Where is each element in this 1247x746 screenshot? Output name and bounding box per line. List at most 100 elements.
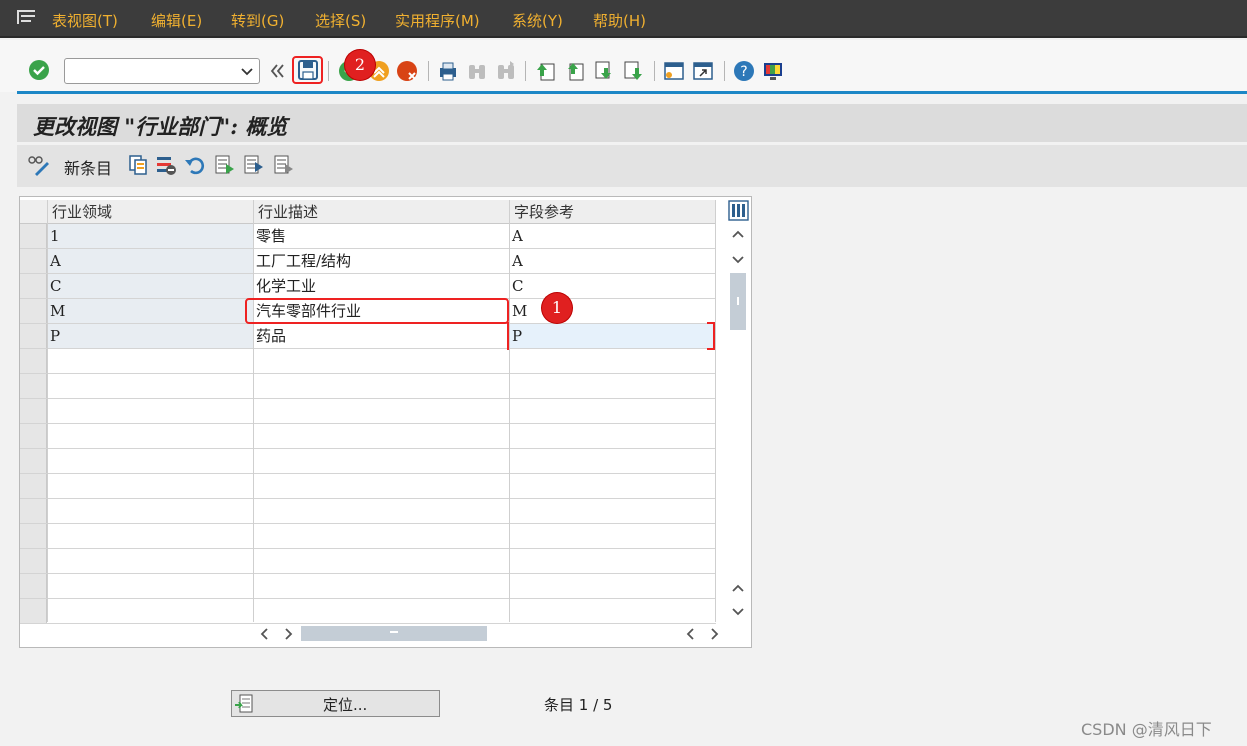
table-row[interactable]: C 化学工业 C bbox=[20, 274, 716, 299]
find-icon[interactable] bbox=[466, 60, 488, 82]
col-separator bbox=[253, 200, 254, 622]
cell-field-ref-active[interactable]: P bbox=[509, 324, 716, 348]
col-header-sector[interactable]: 行业领域 bbox=[47, 200, 253, 224]
row-selector[interactable] bbox=[20, 524, 47, 548]
col-header-description[interactable]: 行业描述 bbox=[253, 200, 509, 224]
empty-table-row[interactable] bbox=[20, 349, 716, 374]
last-page-icon[interactable] bbox=[622, 60, 644, 82]
empty-table-row[interactable] bbox=[20, 499, 716, 524]
scroll-right-end-icon[interactable] bbox=[707, 627, 721, 641]
annotation-badge-1: 1 bbox=[542, 293, 572, 323]
prev-page-icon[interactable] bbox=[564, 60, 586, 82]
find-next-icon[interactable] bbox=[495, 60, 517, 82]
scroll-thumb[interactable] bbox=[730, 273, 746, 330]
menu-selection[interactable]: 选择(S) bbox=[315, 10, 366, 31]
copy-as-icon[interactable] bbox=[127, 154, 149, 176]
select-all-rows-cell[interactable] bbox=[20, 200, 47, 224]
scroll-right-icon[interactable] bbox=[281, 627, 295, 641]
row-selector[interactable] bbox=[20, 324, 47, 348]
cell-field-ref[interactable]: A bbox=[509, 224, 716, 248]
chevron-down-icon[interactable] bbox=[241, 65, 253, 77]
page-title: 更改视图 "行业部门": 概览 bbox=[33, 114, 288, 139]
row-selector[interactable] bbox=[20, 549, 47, 573]
menu-goto[interactable]: 转到(G) bbox=[231, 10, 284, 31]
hscroll-thumb[interactable] bbox=[301, 626, 487, 641]
row-selector[interactable] bbox=[20, 474, 47, 498]
next-page-icon[interactable] bbox=[593, 60, 615, 82]
table-row[interactable]: P 药品 P bbox=[20, 324, 716, 349]
menu-bar: 表视图(T) 编辑(E) 转到(G) 选择(S) 实用程序(M) 系统(Y) 帮… bbox=[0, 0, 1247, 38]
new-entries-button[interactable]: 新条目 bbox=[64, 155, 112, 179]
horizontal-scrollbar[interactable] bbox=[20, 622, 752, 647]
print-icon[interactable] bbox=[437, 60, 459, 82]
col-separator bbox=[509, 200, 510, 622]
row-selector[interactable] bbox=[20, 399, 47, 423]
row-selector[interactable] bbox=[20, 299, 47, 323]
select-all-icon[interactable] bbox=[214, 154, 236, 176]
enter-icon[interactable] bbox=[28, 59, 50, 81]
row-selector[interactable] bbox=[20, 349, 47, 373]
scroll-up-icon[interactable] bbox=[731, 228, 745, 242]
menu-help[interactable]: 帮助(H) bbox=[593, 10, 646, 31]
vertical-scrollbar[interactable] bbox=[724, 200, 752, 620]
delete-icon[interactable] bbox=[155, 154, 177, 176]
empty-table-row[interactable] bbox=[20, 399, 716, 424]
row-selector[interactable] bbox=[20, 574, 47, 598]
menu-icon[interactable] bbox=[17, 10, 35, 24]
empty-table-row[interactable] bbox=[20, 449, 716, 474]
menu-utilities[interactable]: 实用程序(M) bbox=[395, 10, 480, 31]
empty-table-row[interactable] bbox=[20, 424, 716, 449]
cell-field-ref[interactable]: M bbox=[509, 299, 716, 323]
menu-system[interactable]: 系统(Y) bbox=[512, 10, 563, 31]
cancel-icon[interactable] bbox=[396, 60, 418, 82]
scroll-page-up-icon[interactable] bbox=[731, 582, 745, 596]
back-double-icon[interactable] bbox=[266, 60, 288, 82]
empty-table-row[interactable] bbox=[20, 374, 716, 399]
command-field[interactable] bbox=[64, 58, 260, 84]
table-row[interactable]: A 工厂工程/结构 A bbox=[20, 249, 716, 274]
cell-description[interactable]: 工厂工程/结构 bbox=[253, 249, 509, 273]
row-selector[interactable] bbox=[20, 374, 47, 398]
help-icon[interactable]: ? bbox=[733, 60, 755, 82]
empty-table-row[interactable] bbox=[20, 524, 716, 549]
empty-table-row[interactable] bbox=[20, 474, 716, 499]
scroll-down-icon[interactable] bbox=[731, 252, 745, 266]
scroll-page-down-icon[interactable] bbox=[731, 604, 745, 618]
active-cell-marker bbox=[507, 322, 509, 350]
empty-table-row[interactable] bbox=[20, 599, 716, 624]
empty-table-row[interactable] bbox=[20, 549, 716, 574]
cell-field-ref[interactable]: C bbox=[509, 274, 716, 298]
row-selector[interactable] bbox=[20, 224, 47, 248]
cell-sector: A bbox=[47, 249, 253, 273]
row-selector[interactable] bbox=[20, 499, 47, 523]
row-selector[interactable] bbox=[20, 599, 47, 623]
deselect-all-icon[interactable] bbox=[273, 154, 295, 176]
scroll-left-end-icon[interactable] bbox=[684, 627, 698, 641]
cell-description[interactable]: 零售 bbox=[253, 224, 509, 248]
cell-description[interactable]: 药品 bbox=[253, 324, 509, 348]
empty-table-row[interactable] bbox=[20, 574, 716, 599]
undo-change-icon[interactable] bbox=[184, 154, 206, 176]
first-page-icon[interactable] bbox=[535, 60, 557, 82]
cell-description[interactable]: 化学工业 bbox=[253, 274, 509, 298]
shortcut-icon[interactable] bbox=[692, 60, 714, 82]
display-change-icon[interactable] bbox=[27, 154, 51, 176]
toolbar-accent-line bbox=[17, 91, 1247, 94]
create-session-icon[interactable] bbox=[663, 60, 685, 82]
customize-layout-icon[interactable] bbox=[762, 60, 784, 82]
cell-field-ref[interactable]: A bbox=[509, 249, 716, 273]
watermark: CSDN @清风日下 bbox=[1081, 720, 1212, 739]
scroll-left-icon[interactable] bbox=[258, 627, 272, 641]
position-button[interactable]: 定位... bbox=[231, 690, 440, 717]
annotation-badge-2: 2 bbox=[345, 50, 375, 80]
row-selector[interactable] bbox=[20, 274, 47, 298]
table-row[interactable]: 1 零售 A bbox=[20, 224, 716, 249]
col-header-field-ref[interactable]: 字段参考 bbox=[509, 200, 716, 224]
select-block-icon[interactable] bbox=[243, 154, 265, 176]
row-selector[interactable] bbox=[20, 424, 47, 448]
row-selector[interactable] bbox=[20, 449, 47, 473]
row-selector[interactable] bbox=[20, 249, 47, 273]
standard-toolbar: ? bbox=[0, 40, 1247, 92]
menu-edit[interactable]: 编辑(E) bbox=[151, 10, 202, 31]
menu-table-view[interactable]: 表视图(T) bbox=[52, 10, 118, 31]
